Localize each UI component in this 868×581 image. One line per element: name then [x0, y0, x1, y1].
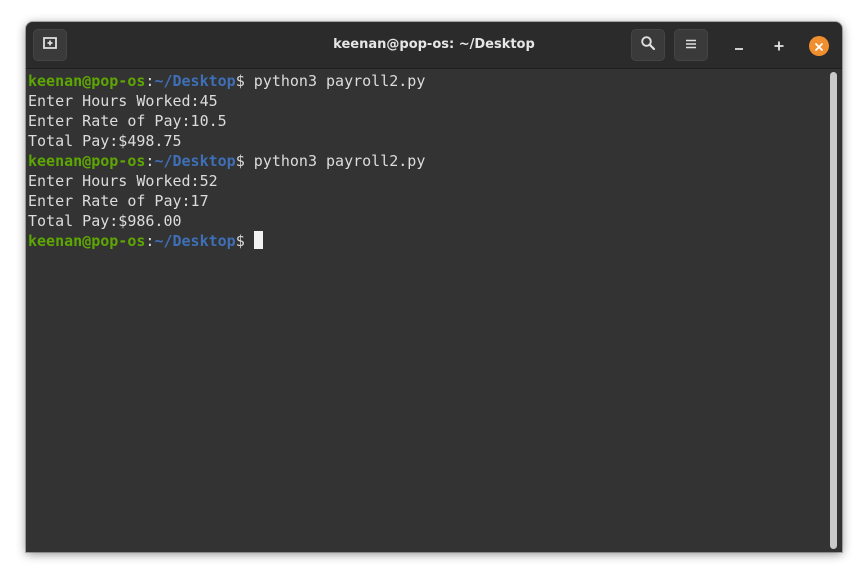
- scrollbar[interactable]: [830, 72, 837, 549]
- output-text: Total Pay:$498.75: [28, 132, 182, 150]
- prompt-path: ~/Desktop: [154, 72, 236, 90]
- prompt-user-host: keenan@pop-os: [28, 232, 146, 250]
- prompt-user-host: keenan@pop-os: [28, 72, 146, 90]
- prompt-path: ~/Desktop: [154, 232, 236, 250]
- minimize-button[interactable]: [726, 33, 752, 59]
- terminal-window: keenan@pop-os: ~/Desktop keenan@pop-os:~…: [26, 22, 842, 552]
- title-bar[interactable]: keenan@pop-os: ~/Desktop: [26, 22, 842, 69]
- prompt-line: keenan@pop-os:~/Desktop$: [28, 231, 826, 251]
- window-title: keenan@pop-os: ~/Desktop: [333, 37, 535, 52]
- text-cursor: [253, 231, 263, 249]
- output-line: Enter Rate of Pay:17: [28, 191, 826, 211]
- output-line: Total Pay:$498.75: [28, 131, 826, 151]
- output-line: Enter Hours Worked:45: [28, 91, 826, 111]
- output-line: Enter Rate of Pay:10.5: [28, 111, 826, 131]
- search-icon: [640, 35, 656, 55]
- hamburger-menu-icon: [684, 36, 698, 55]
- prompt-line: keenan@pop-os:~/Desktop$ python3 payroll…: [28, 151, 826, 171]
- close-icon: [814, 37, 824, 56]
- prompt-line: keenan@pop-os:~/Desktop$ python3 payroll…: [28, 71, 826, 91]
- output-line: Total Pay:$986.00: [28, 211, 826, 231]
- command-text: python3 payroll2.py: [253, 72, 426, 90]
- prompt-path: ~/Desktop: [154, 152, 236, 170]
- output-text: Enter Rate of Pay:17: [28, 192, 209, 210]
- output-line: Enter Hours Worked:52: [28, 171, 826, 191]
- output-text: Total Pay:$986.00: [28, 212, 182, 230]
- minimize-icon: [733, 37, 745, 56]
- prompt-dollar: $: [235, 72, 254, 90]
- output-text: Enter Hours Worked:45: [28, 92, 218, 110]
- menu-button[interactable]: [674, 29, 708, 61]
- output-text: Enter Rate of Pay:10.5: [28, 112, 227, 130]
- maximize-button[interactable]: [766, 33, 792, 59]
- output-text: Enter Hours Worked:52: [28, 172, 218, 190]
- close-button[interactable]: [809, 36, 829, 56]
- prompt-dollar: $: [235, 152, 254, 170]
- prompt-user-host: keenan@pop-os: [28, 152, 146, 170]
- terminal-output[interactable]: keenan@pop-os:~/Desktop$ python3 payroll…: [26, 69, 826, 552]
- command-text: python3 payroll2.py: [253, 152, 426, 170]
- maximize-icon: [773, 37, 785, 56]
- search-button[interactable]: [631, 29, 665, 61]
- prompt-dollar: $: [235, 232, 254, 250]
